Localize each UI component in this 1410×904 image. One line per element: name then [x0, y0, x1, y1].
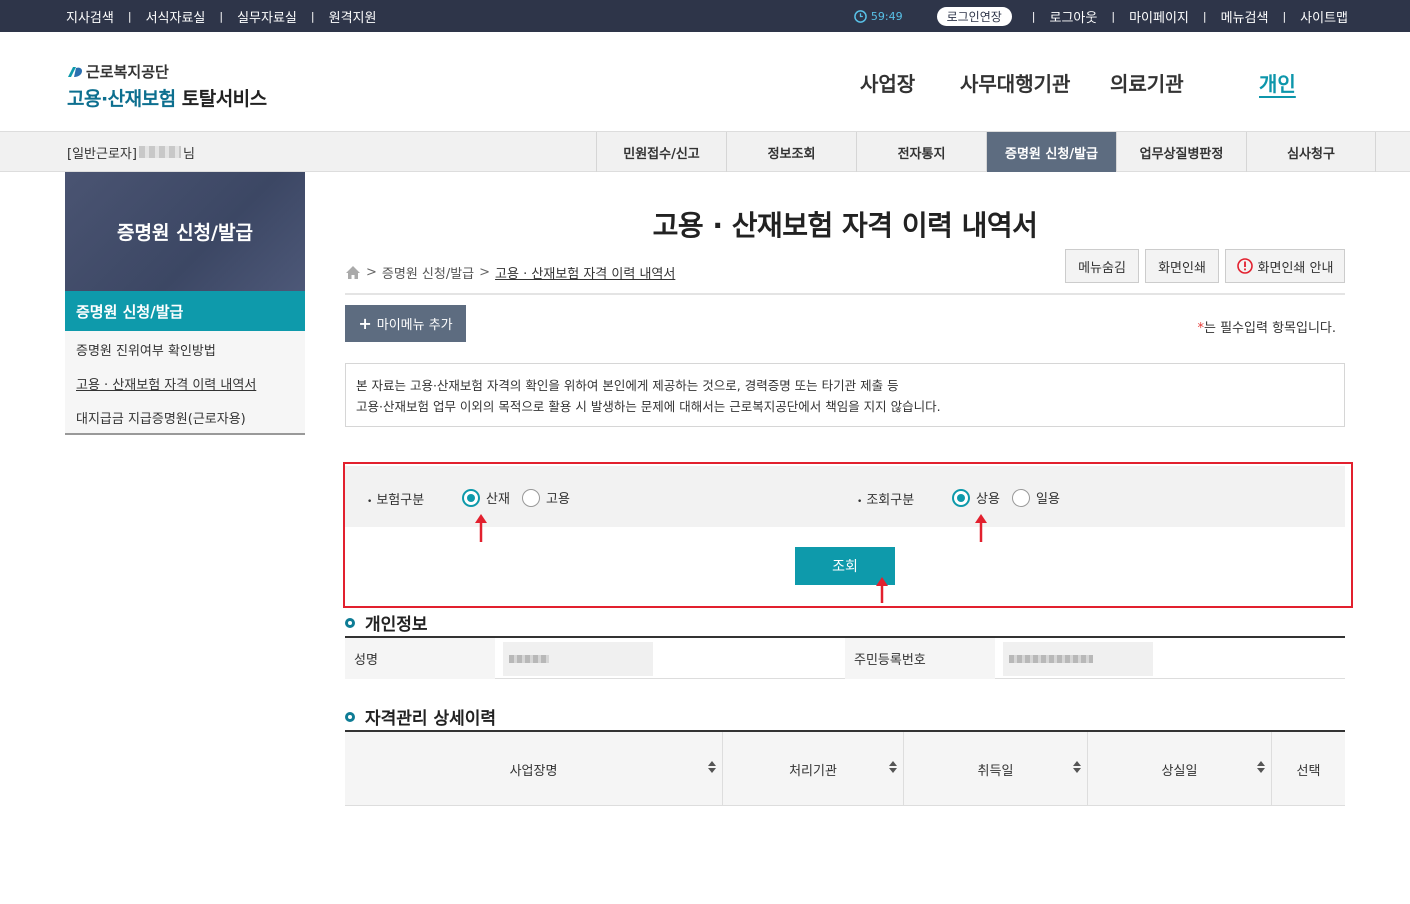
hide-menu-button[interactable]: 메뉴숨김	[1065, 249, 1139, 283]
login-extend-button[interactable]: 로그인연장	[936, 6, 1012, 26]
breadcrumb: > 증명원 신청/발급 > 고용 · 산재보험 자격 이력 내역서	[345, 263, 675, 282]
column-header-acquired-date[interactable]: 취득일	[904, 732, 1088, 806]
masked-rrn-value	[1003, 642, 1153, 676]
gnb-medical[interactable]: 의료기관	[1110, 68, 1184, 97]
chevron-right-icon: >	[366, 265, 377, 280]
timer-value: 59:49	[870, 9, 903, 23]
separator: |	[1031, 9, 1036, 23]
notice-box: 본 자료는 고용·산재보험 자격의 확인을 위하여 본인에게 제공하는 것으로,…	[345, 363, 1345, 427]
gnb-personal[interactable]: 개인	[1259, 68, 1296, 97]
session-timer: 59:49	[854, 10, 903, 23]
logout-link[interactable]: 로그아웃	[1050, 7, 1098, 26]
clock-icon	[854, 9, 867, 23]
notice-line: 고용·산재보험 업무 이외의 목적으로 활용 시 발생하는 문제에 대해서는 근…	[356, 399, 941, 414]
print-button[interactable]: 화면인쇄	[1145, 249, 1219, 283]
tab-e-notice[interactable]: 전자통지	[856, 132, 986, 172]
history-table: 사업장명 처리기관 취득일 상실일 선택	[345, 730, 1345, 806]
breadcrumb-item[interactable]: 증명원 신청/발급	[382, 263, 474, 282]
separator: |	[127, 9, 132, 23]
sub-navigation: [일반근로자] 님 민원접수/신고 정보조회 전자통지 증명원 신청/발급 업무…	[0, 132, 1410, 172]
separator: |	[1111, 9, 1116, 23]
menu-tabs: 민원접수/신고 정보조회 전자통지 증명원 신청/발급 업무상질병판정 심사청구	[596, 132, 1376, 172]
bullet-ring-icon	[345, 617, 355, 628]
separator: |	[1282, 9, 1287, 23]
remote-support-link[interactable]: 원격지원	[329, 7, 377, 26]
breadcrumb-current[interactable]: 고용 · 산재보험 자격 이력 내역서	[495, 263, 675, 282]
column-header-lost-date[interactable]: 상실일	[1088, 732, 1272, 806]
bullet-ring-icon	[345, 711, 355, 722]
practice-library-link[interactable]: 실무자료실	[237, 7, 297, 26]
notice-line: 본 자료는 고용·산재보험 자격의 확인을 위하여 본인에게 제공하는 것으로,…	[356, 378, 899, 393]
separator: |	[1202, 9, 1207, 23]
required-note: *는 필수입력 항목입니다.	[1197, 321, 1337, 336]
divider	[345, 293, 1345, 295]
tab-civil-request[interactable]: 민원접수/신고	[596, 132, 726, 172]
menu-search-link[interactable]: 메뉴검색	[1221, 7, 1269, 26]
utility-links-left: 지사검색 | 서식자료실 | 실무자료실 | 원격지원	[66, 0, 376, 32]
tab-certificate[interactable]: 증명원 신청/발급	[986, 132, 1116, 172]
column-header-select: 선택	[1296, 763, 1321, 779]
alert-circle-icon	[1236, 258, 1253, 274]
arrow-up-icon	[876, 577, 888, 603]
sort-icon[interactable]	[1257, 761, 1265, 773]
tab-occupational-disease[interactable]: 업무상질병판정	[1116, 132, 1246, 172]
masked-name-value	[503, 642, 653, 676]
add-mymenu-button[interactable]: + 마이메뉴 추가	[345, 305, 466, 342]
rrn-label: 주민등록번호	[845, 638, 995, 679]
chevron-right-icon: >	[479, 265, 491, 280]
page-title: 고용 · 산재보험 자격 이력 내역서	[652, 209, 1038, 242]
user-greeting: [일반근로자] 님	[67, 146, 195, 162]
plus-icon: +	[358, 314, 372, 333]
sort-icon[interactable]	[708, 761, 716, 773]
home-icon[interactable]	[345, 265, 361, 280]
masked-user-name	[138, 146, 181, 158]
branch-search-link[interactable]: 지사검색	[66, 7, 114, 26]
separator: |	[219, 9, 224, 23]
tab-info-inquiry[interactable]: 정보조회	[726, 132, 856, 172]
history-heading: 자격관리 상세이력	[345, 704, 496, 729]
arrow-up-icon	[975, 514, 987, 542]
side-menu-heading: 증명원 신청/발급	[65, 172, 305, 291]
sort-icon[interactable]	[1073, 761, 1081, 773]
name-label: 성명	[345, 638, 495, 679]
utility-bar: 지사검색 | 서식자료실 | 실무자료실 | 원격지원 59:49 로그인연장 …	[0, 0, 1410, 32]
arrow-up-icon	[475, 514, 487, 542]
personal-info-table: 성명 주민등록번호	[345, 636, 1345, 679]
side-menu-item[interactable]: 증명원 진위여부 확인방법	[76, 340, 216, 359]
column-header-workplace[interactable]: 사업장명	[345, 732, 723, 806]
sort-icon[interactable]	[889, 761, 897, 773]
gnb-agency[interactable]: 사무대행기관	[960, 68, 1070, 97]
site-header: 근로복지공단 고용·산재보험 토탈서비스 사업장 사무대행기관 의료기관 개인	[0, 32, 1410, 132]
side-menu-item-current[interactable]: 고용 · 산재보험 자격 이력 내역서	[76, 374, 256, 393]
gnb-workplace[interactable]: 사업장	[860, 68, 915, 97]
side-menu-list: 증명원 진위여부 확인방법 고용 · 산재보험 자격 이력 내역서 대지급금 지…	[65, 331, 305, 435]
side-menu-item[interactable]: 대지급금 지급증명원(근로자용)	[76, 408, 246, 427]
personal-info-heading: 개인정보	[345, 610, 428, 635]
separator: |	[310, 9, 315, 23]
utility-links-right: 59:49 로그인연장 | 로그아웃 | 마이페이지 | 메뉴검색 | 사이트맵	[854, 0, 1348, 32]
mypage-link[interactable]: 마이페이지	[1129, 7, 1189, 26]
column-header-agency[interactable]: 처리기관	[723, 732, 904, 806]
utility-buttons: 메뉴숨김 화면인쇄 화면인쇄 안내	[1059, 249, 1345, 283]
highlight-box	[343, 462, 1353, 608]
print-guide-button[interactable]: 화면인쇄 안내	[1225, 249, 1345, 283]
side-menu-selected[interactable]: 증명원 신청/발급	[65, 291, 305, 331]
sitemap-link[interactable]: 사이트맵	[1300, 7, 1348, 26]
main-navigation: 사업장 사무대행기관 의료기관 개인	[0, 68, 1410, 98]
tab-review-request[interactable]: 심사청구	[1246, 132, 1376, 172]
forms-library-link[interactable]: 서식자료실	[146, 7, 206, 26]
